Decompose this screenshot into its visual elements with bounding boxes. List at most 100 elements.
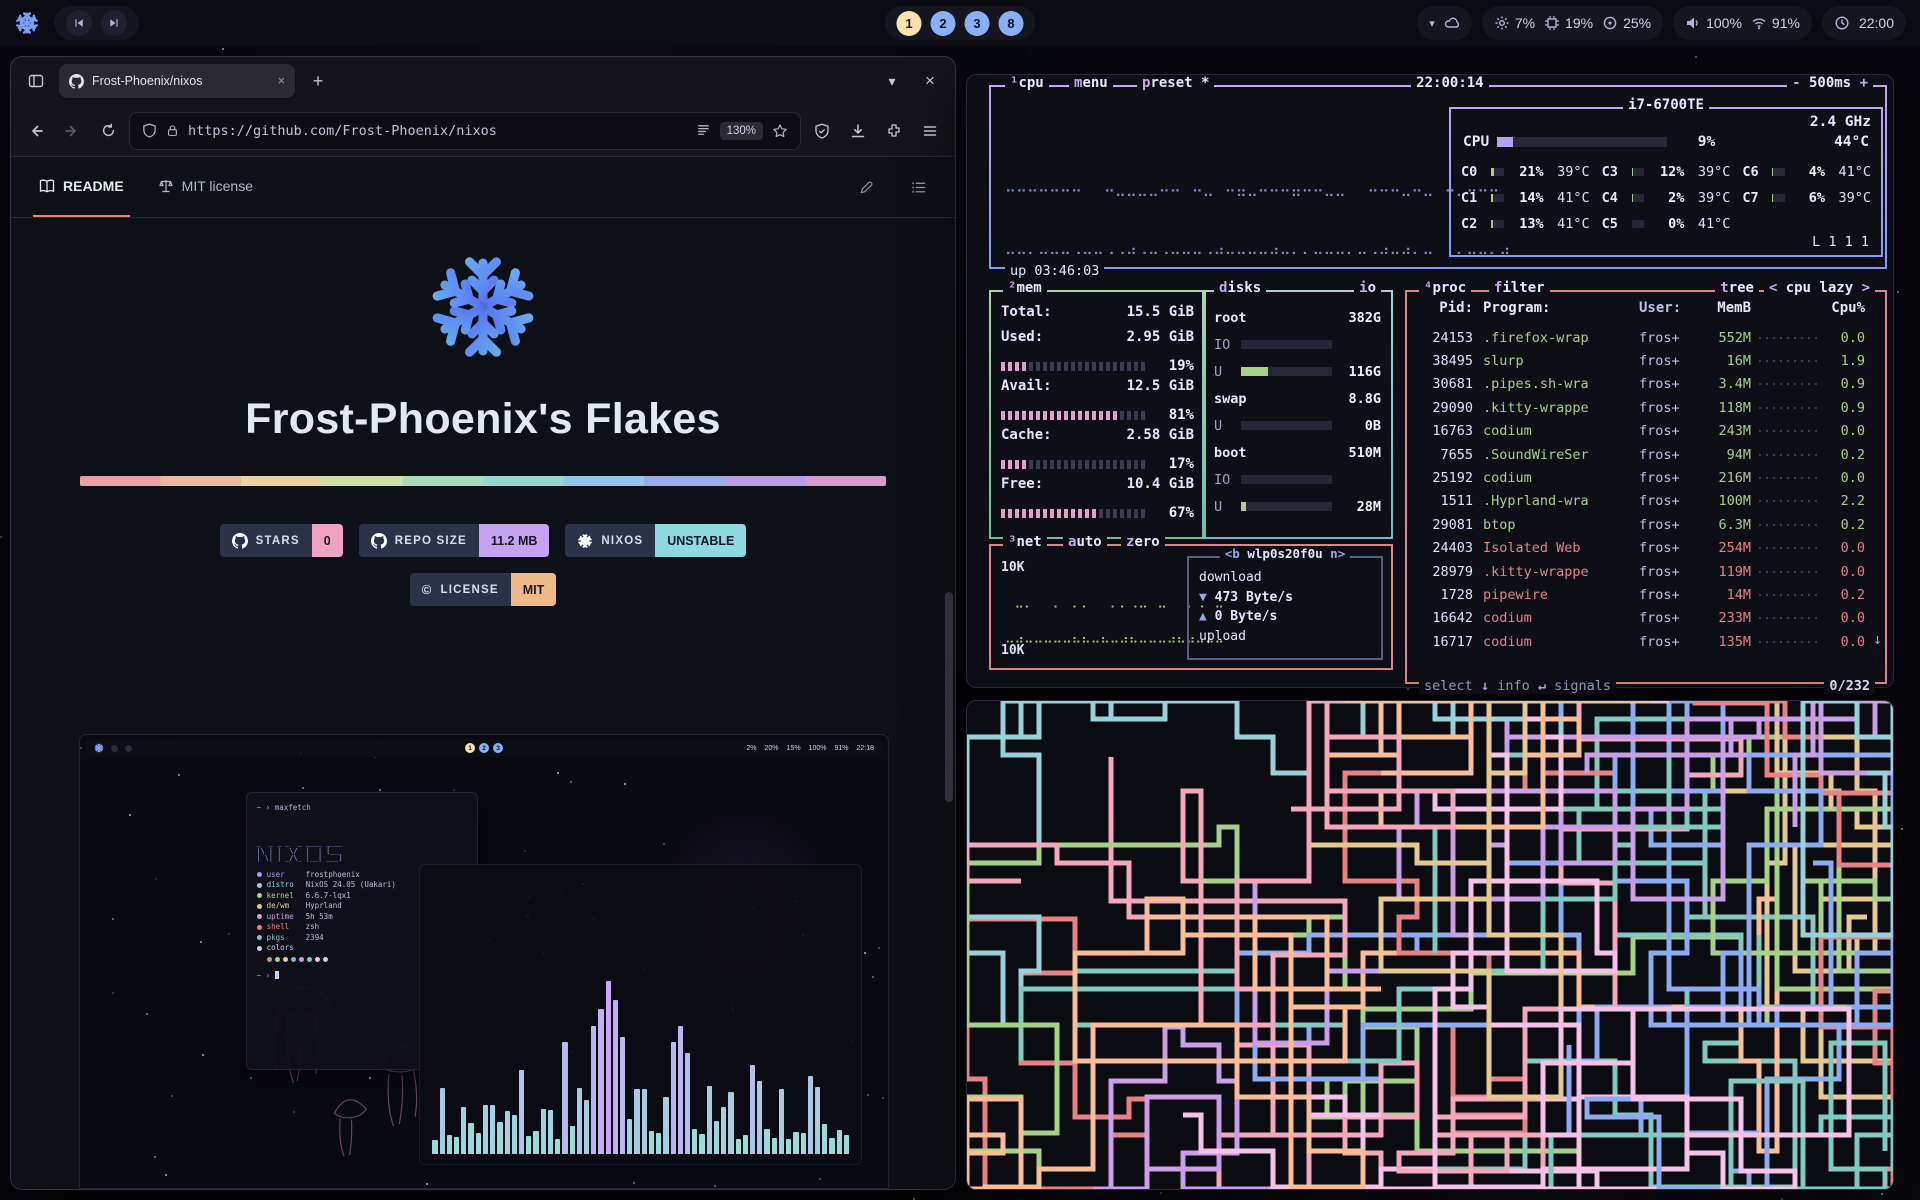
tab-mit-license[interactable]: MIT license [152, 157, 259, 217]
clock-pill[interactable]: 22:00 [1822, 6, 1906, 40]
window-close-button[interactable]: × [915, 66, 945, 96]
net-interface-title[interactable]: <b wlp0s20f0u n> [1220, 546, 1350, 561]
mini-button [111, 745, 118, 752]
tab-list-button[interactable]: ▾ [877, 66, 907, 96]
stars-badge-label: STARS [256, 535, 300, 547]
repo-size-badge[interactable]: REPO SIZE 11.2 MB [359, 524, 550, 557]
workspace-button[interactable]: 2 [931, 11, 956, 36]
back-button[interactable] [21, 116, 51, 146]
tab-readme[interactable]: README [33, 157, 130, 217]
browser-navbar: https://github.com/Frost-Phoenix/nixos 1… [11, 105, 955, 157]
tree-button[interactable]: tree [1715, 280, 1759, 296]
process-row[interactable]: 29090 .kitty-wrappe fros+ 118M 0.9 [1417, 396, 1865, 419]
cpu-core-row: C6 4% 41°C [1742, 161, 1871, 183]
btop-cpu-box: ¹cpu menu preset * 22:00:14 - 500ms + ⠒⠒… [989, 85, 1887, 269]
browser-tab[interactable]: Frost-Phoenix/nixos × [59, 64, 295, 98]
url-bar[interactable]: https://github.com/Frost-Phoenix/nixos 1… [129, 112, 801, 150]
io-mode-button[interactable]: io [1354, 280, 1381, 296]
downloads-button[interactable] [843, 116, 873, 146]
process-row[interactable]: 24153 .firefox-wrap fros+ 552M 0.0 [1417, 326, 1865, 349]
skip-forward-icon [108, 17, 120, 29]
menu-button[interactable] [915, 116, 945, 146]
cpu-core-row: C5 0% 41°C [1602, 213, 1731, 235]
process-row[interactable]: 29081 btop fros+ 6.3M 0.2 [1417, 513, 1865, 536]
process-row[interactable]: 30681 .pipes.sh-wra fros+ 3.4M 0.9 [1417, 373, 1865, 396]
download-icon [850, 123, 866, 139]
update-interval[interactable]: - 500ms + [1787, 75, 1873, 91]
badge-row-2: ©LICENSE MIT [80, 573, 886, 606]
process-row[interactable]: 38495 slurp fros+ 16M 1.9 [1417, 349, 1865, 372]
process-row[interactable]: 24403 Isolated Web fros+ 254M 0.0 [1417, 537, 1865, 560]
chip-icon [1544, 15, 1560, 31]
skip-back-button[interactable] [66, 10, 92, 36]
bookmark-star-icon[interactable] [772, 123, 788, 139]
sort-selector[interactable]: < cpu lazy > [1764, 280, 1875, 296]
extensions-button[interactable] [879, 116, 909, 146]
tracking-shield-icon[interactable] [142, 123, 157, 138]
nixos-badge[interactable]: NIXOS UNSTABLE [565, 524, 746, 557]
url-text[interactable]: https://github.com/Frost-Phoenix/nixos [188, 123, 687, 139]
scroll-down-icon[interactable]: ↓ [1873, 630, 1882, 648]
lock-icon [166, 124, 179, 137]
page-title: Frost-Phoenix's Flakes [80, 395, 886, 444]
mini-stat: 22:18 [856, 745, 874, 752]
net-stats: download ▼ 473 Byte/s ▲ 0 Byte/s upload [1199, 568, 1373, 646]
disk-row: IO [1214, 331, 1381, 358]
reader-view-icon[interactable] [696, 123, 711, 138]
process-row[interactable]: 7655 .SoundWireSer fros+ 94M 0.2 [1417, 443, 1865, 466]
net-zero-button[interactable]: zero [1121, 534, 1165, 550]
mini-stats: 2%20%15%100%91%22:18 [746, 745, 874, 752]
nixos-badge-value: UNSTABLE [655, 524, 746, 557]
process-row[interactable]: 16763 codium fros+ 243M 0.0 [1417, 420, 1865, 443]
license-badge[interactable]: ©LICENSE MIT [410, 573, 557, 606]
skip-forward-button[interactable] [101, 10, 127, 36]
badge-row-1: STARS 0 REPO SIZE 11.2 MB NIXOS UNSTABLE [80, 524, 886, 557]
reload-button[interactable] [93, 116, 123, 146]
edit-readme-button[interactable] [851, 172, 881, 202]
disk-rows: root 382G IO U 116G [1214, 304, 1381, 520]
scrollbar-thumb[interactable] [945, 592, 953, 802]
process-row[interactable]: 28979 .kitty-wrappe fros+ 119M 0.0 [1417, 560, 1865, 583]
process-row[interactable]: 16717 codium fros+ 135M 0.0 [1417, 630, 1865, 653]
process-row[interactable]: 25192 codium fros+ 216M 0.0 [1417, 466, 1865, 489]
cpu-core-grid: C0 21% 39°C C1 14% 41°C [1461, 161, 1871, 235]
filter-button[interactable]: filter [1489, 280, 1550, 296]
btop-clock: 22:00:14 [1411, 75, 1488, 91]
net-auto-button[interactable]: auto [1063, 534, 1107, 550]
forward-button[interactable] [57, 116, 87, 146]
workspace-button[interactable]: 3 [965, 11, 990, 36]
nixos-logo-icon[interactable] [14, 10, 40, 36]
process-row[interactable]: 1511 .Hyprland-wra fros+ 100M 2.2 [1417, 490, 1865, 513]
menu-button[interactable]: menu [1069, 75, 1113, 91]
weather-pill[interactable]: ▾ [1417, 6, 1472, 40]
new-tab-button[interactable]: + [303, 66, 333, 96]
sidebar-toggle-button[interactable] [21, 66, 51, 96]
workspace-button[interactable]: 8 [999, 11, 1024, 36]
scrollbar[interactable] [945, 165, 953, 1181]
mini-workspace: 1 [465, 743, 475, 753]
mem-box-title: ²mem [1003, 280, 1047, 296]
github-page: README MIT license Frost-Phoenix' [11, 157, 955, 1189]
preset-button[interactable]: preset * [1137, 75, 1214, 91]
pencil-icon [859, 180, 874, 195]
disk-row: root 382G [1214, 304, 1381, 331]
outline-button[interactable] [903, 172, 933, 202]
tab-close-icon[interactable]: × [278, 74, 285, 88]
cpu-graph-line-2: ⣀⣀⡀⣀⣀⣀⢀⣀⣀⢀⢀⣠⢀⣀⢀⣀⣀⣀⢀⣠⣀⣀⣀⣀⣠⣀⡀⡀⣀⣀⣀⡀⣀⢀⣠⣀⣠⡀⣀⠀… [1005, 240, 1510, 255]
btop-mem-box: ²mem Total:15.5 GiB Used:2.95 GiB 19% Av… [989, 290, 1206, 539]
memory-stat: 19% [1544, 15, 1593, 31]
stars-badge-value: 0 [312, 524, 343, 557]
cpu-box-title: ¹cpu [1005, 75, 1049, 91]
cpu-total-temp: 44°C [1834, 134, 1869, 150]
process-row[interactable]: 1728 pipewire fros+ 14M 0.2 [1417, 583, 1865, 606]
zoom-indicator[interactable]: 130% [720, 122, 763, 140]
pipes-window [966, 700, 1894, 1190]
mini-stat: 15% [787, 745, 801, 752]
stars-badge[interactable]: STARS 0 [220, 524, 343, 557]
btop-net-box: ³net auto zero 10K 10K ⠀⣀⡀⠀⠀⡀⠀⡀⡀⠀⠀⡀⡀⢀⣀⠀⣀… [989, 544, 1393, 670]
process-row[interactable]: 16642 codium fros+ 233M 0.0 [1417, 607, 1865, 630]
account-shield-button[interactable] [807, 116, 837, 146]
audio-network-pill[interactable]: 100% 91% [1673, 6, 1812, 40]
system-stats-pill[interactable]: 7% 19% 25% [1482, 6, 1663, 40]
workspace-button[interactable]: 1 [897, 11, 922, 36]
